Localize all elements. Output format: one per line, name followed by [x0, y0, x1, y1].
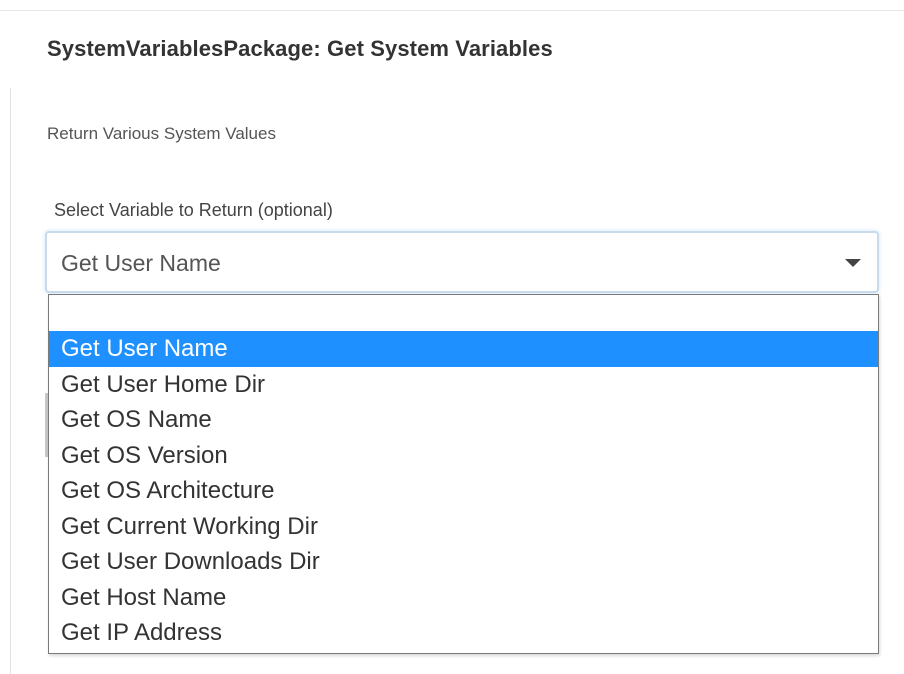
variable-select-label: Select Variable to Return (optional)	[54, 200, 333, 220]
option-empty[interactable]	[49, 295, 878, 331]
top-divider	[0, 0, 904, 11]
caret-down-icon[interactable]	[845, 259, 861, 267]
option-get-ip-address[interactable]: Get IP Address	[49, 615, 878, 651]
option-get-os-architecture[interactable]: Get OS Architecture	[49, 473, 878, 509]
variable-select-value: Get User Name	[61, 250, 221, 276]
option-get-user-name[interactable]: Get User Name	[49, 331, 878, 367]
option-get-user-downloads-dir[interactable]: Get User Downloads Dir	[49, 544, 878, 580]
left-divider	[10, 88, 11, 674]
page-title: SystemVariablesPackage: Get System Varia…	[47, 36, 553, 61]
option-get-current-working-dir[interactable]: Get Current Working Dir	[49, 509, 878, 545]
option-get-os-version[interactable]: Get OS Version	[49, 438, 878, 474]
option-get-os-name[interactable]: Get OS Name	[49, 402, 878, 438]
option-get-host-name[interactable]: Get Host Name	[49, 580, 878, 616]
option-get-user-home-dir[interactable]: Get User Home Dir	[49, 367, 878, 403]
variable-options-list[interactable]: Get User Name Get User Home Dir Get OS N…	[48, 294, 879, 654]
variable-select[interactable]: Get User Name	[45, 231, 879, 293]
page-description: Return Various System Values	[47, 124, 276, 143]
